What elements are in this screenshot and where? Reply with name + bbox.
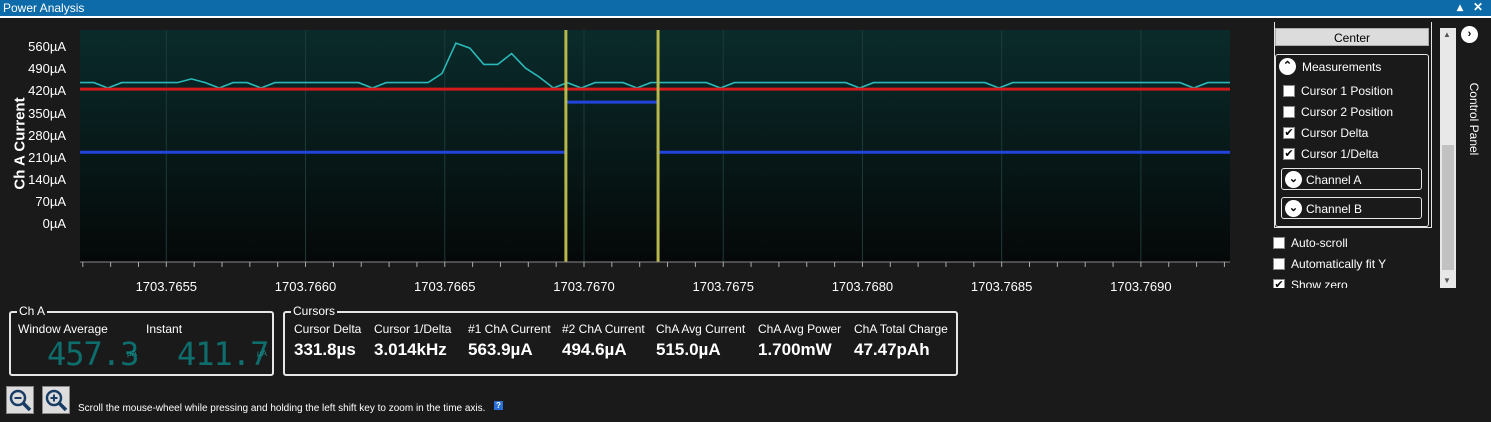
zoom-in-button[interactable]: [42, 386, 70, 414]
cursor-delta-checkbox[interactable]: ✔: [1283, 127, 1295, 139]
x-tick: 1703.7680: [831, 279, 894, 294]
y-tick: 420µA: [28, 83, 66, 98]
auto-fit-y-label: Automatically fit Y: [1291, 257, 1387, 271]
y-tick: 70µA: [35, 194, 66, 209]
cursor1-current-label: #1 ChA Current: [468, 322, 551, 336]
close-icon[interactable]: ✕: [1473, 0, 1483, 14]
show-zero-label: Show zero: [1291, 278, 1348, 288]
cursor1-position-label: Cursor 1 Position: [1301, 84, 1394, 98]
cursor-inverse-delta-check-label: Cursor 1/Delta: [1301, 147, 1379, 161]
channel-a-expander[interactable]: ⌄ Channel A: [1281, 168, 1422, 190]
scroll-up-icon[interactable]: ▲: [1443, 30, 1451, 39]
instant-label: Instant: [146, 322, 183, 336]
y-tick: 350µA: [28, 106, 66, 121]
control-panel-tab-label: Control Panel: [1467, 82, 1481, 156]
measurements-label[interactable]: Measurements: [1302, 60, 1381, 74]
x-tick: 1703.7685: [970, 279, 1033, 294]
cursor2-position-label: Cursor 2 Position: [1301, 105, 1394, 119]
zoom-in-icon: [45, 389, 68, 412]
chevron-right-icon: ›: [1461, 26, 1478, 43]
y-tick: 210µA: [28, 150, 66, 165]
plot-background: [80, 30, 1230, 262]
instant-value: 411.7: [177, 335, 269, 373]
x-tick: 1703.7675: [692, 279, 754, 294]
window-title: Power Analysis: [3, 1, 85, 15]
zoom-out-icon: [9, 389, 32, 412]
zoom-hint-text: Scroll the mouse-wheel while pressing an…: [78, 403, 486, 414]
x-tick: 1703.7660: [274, 279, 337, 294]
channel-b-expander[interactable]: ⌄ Channel B: [1281, 197, 1422, 219]
chevron-down-icon: ⌄: [1285, 171, 1302, 188]
zoom-out-button[interactable]: [6, 386, 34, 414]
auto-fit-y-checkbox[interactable]: [1273, 258, 1285, 270]
scroll-down-icon[interactable]: ▼: [1443, 276, 1451, 285]
cursor-inverse-delta-value: 3.014kHz: [374, 340, 447, 359]
cursor2-position-checkbox[interactable]: [1283, 106, 1295, 118]
y-tick: 140µA: [28, 172, 66, 187]
total-charge-label: ChA Total Charge: [854, 322, 948, 336]
avg-current-value: 515.0µA: [656, 340, 721, 359]
cursors-panel-legend: Cursors: [291, 304, 338, 318]
x-tick: 1703.7665: [414, 279, 476, 294]
x-tick: 1703.7690: [1110, 279, 1172, 294]
window-average-value: 457.3: [47, 335, 139, 373]
cursor2-current-label: #2 ChA Current: [562, 322, 645, 336]
x-tick: 1703.7670: [553, 279, 615, 294]
avg-power-label: ChA Avg Power: [758, 322, 842, 336]
cursor-delta-check-label: Cursor Delta: [1301, 126, 1369, 140]
cursor1-current-value: 563.9µA: [468, 340, 533, 359]
window-average-unit: µA: [127, 349, 137, 358]
total-charge-value: 47.47pAh: [854, 340, 930, 359]
cursor2-current-value: 494.6µA: [562, 340, 627, 359]
channel-b-label: Channel B: [1306, 202, 1363, 216]
cursor1-position-checkbox[interactable]: [1283, 85, 1295, 97]
cha-panel-legend: Ch A: [17, 304, 48, 318]
cursor-inverse-delta-checkbox[interactable]: ✔: [1283, 148, 1295, 160]
current-plot[interactable]: [80, 30, 1230, 270]
chevron-down-icon: ⌄: [1285, 200, 1302, 217]
instant-unit: µA: [257, 349, 267, 358]
x-axis-minor-ticks: [82, 262, 1225, 267]
y-tick: 490µA: [28, 61, 66, 76]
scrollbar-thumb[interactable]: [1442, 145, 1454, 270]
y-tick: 560µA: [28, 39, 66, 54]
channel-a-label: Channel A: [1306, 173, 1362, 187]
window-titlebar: Power Analysis ▴ ✕: [0, 0, 1491, 18]
y-tick: 280µA: [28, 128, 66, 143]
auto-scroll-checkbox[interactable]: [1273, 237, 1285, 249]
show-zero-checkbox[interactable]: ✔: [1273, 279, 1285, 288]
control-panel-tab[interactable]: › Control Panel: [1459, 22, 1481, 292]
x-tick: 1703.7655: [135, 279, 198, 294]
y-tick: 0µA: [42, 216, 66, 231]
cha-panel: Ch A Window Average Instant 457.3 µA 411…: [9, 304, 274, 376]
show-zero-row: ✔ Show zero: [1268, 276, 1438, 288]
cursor-inverse-delta-label: Cursor 1/Delta: [374, 322, 452, 336]
avg-power-value: 1.700mW: [758, 340, 832, 359]
center-button[interactable]: Center: [1275, 28, 1429, 46]
pin-icon[interactable]: ▴: [1457, 0, 1463, 14]
cursors-panel: Cursors Cursor Delta 331.8µs Cursor 1/De…: [283, 304, 958, 376]
chevron-up-icon[interactable]: ⌃: [1279, 58, 1296, 75]
avg-current-label: ChA Avg Current: [656, 322, 746, 336]
help-icon[interactable]: ?: [494, 401, 503, 410]
auto-scroll-label: Auto-scroll: [1291, 236, 1348, 250]
cursor-delta-value: 331.8µs: [294, 340, 356, 359]
cursor-delta-label: Cursor Delta: [294, 322, 362, 336]
window-average-label: Window Average: [18, 322, 108, 336]
